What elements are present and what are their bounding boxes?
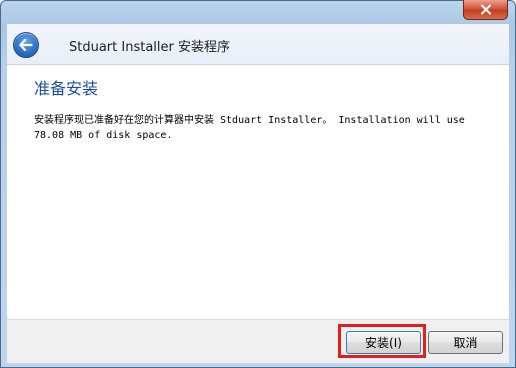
content-panel: 准备安装 安装程序现已准备好在您的计算器中安装 Stduart Installe…	[7, 65, 509, 319]
install-description: 安装程序现已准备好在您的计算器中安装 Stduart Installer。 In…	[34, 115, 471, 141]
close-button[interactable]	[463, 0, 508, 20]
button-bar: 安装(I) 取消	[7, 319, 509, 363]
install-button[interactable]: 安装(I)	[346, 331, 421, 354]
close-icon	[480, 4, 491, 15]
page-heading: 准备安装	[34, 79, 99, 98]
installer-window: Stduart Installer 安装程序 准备安装 安装程序现已准备好在您的…	[0, 0, 516, 368]
window-header: Stduart Installer 安装程序	[7, 24, 509, 65]
back-button[interactable]	[13, 32, 39, 58]
window-title: Stduart Installer 安装程序	[69, 40, 230, 55]
back-arrow-icon	[19, 39, 33, 51]
cancel-button[interactable]: 取消	[428, 331, 503, 354]
